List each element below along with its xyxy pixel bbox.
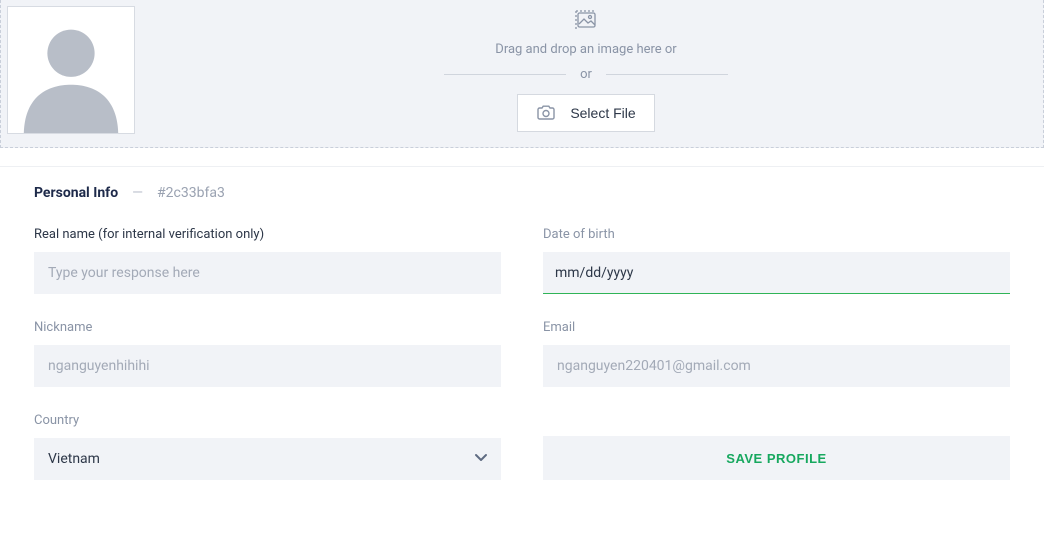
title-dash: — <box>132 185 143 201</box>
country-select[interactable] <box>34 438 501 480</box>
or-text: or <box>580 67 592 82</box>
or-divider: or <box>444 67 728 82</box>
email-input[interactable] <box>543 345 1010 387</box>
nickname-label: Nickname <box>34 320 501 335</box>
profile-hash: #2c33bfa3 <box>157 185 225 201</box>
section-header: Personal Info — #2c33bfa3 <box>34 185 1010 201</box>
nickname-field: Nickname <box>34 320 501 387</box>
avatar-placeholder <box>7 6 135 134</box>
dob-field: Date of birth <box>543 227 1010 294</box>
save-profile-button[interactable]: SAVE PROFILE <box>543 436 1010 480</box>
dob-input[interactable] <box>543 252 1010 294</box>
real-name-field: Real name (for internal verification onl… <box>34 227 501 294</box>
select-file-label: Select File <box>570 105 635 121</box>
camera-icon <box>536 105 556 121</box>
nickname-input[interactable] <box>34 345 501 387</box>
section-title: Personal Info <box>34 185 118 201</box>
real-name-label: Real name (for internal verification onl… <box>34 227 501 242</box>
personal-info-section: Personal Info — #2c33bfa3 Real name (for… <box>0 167 1044 506</box>
dob-label: Date of birth <box>543 227 1010 242</box>
country-field: Country <box>34 413 501 480</box>
real-name-input[interactable] <box>34 252 501 294</box>
drag-drop-text: Drag and drop an image here or <box>495 42 676 57</box>
image-icon <box>573 10 599 36</box>
select-file-button[interactable]: Select File <box>517 94 654 132</box>
upload-instructions: Drag and drop an image here or or Select… <box>135 6 1037 132</box>
country-label: Country <box>34 413 501 428</box>
email-label: Email <box>543 320 1010 335</box>
avatar-upload-zone[interactable]: Drag and drop an image here or or Select… <box>0 0 1044 148</box>
email-field: Email <box>543 320 1010 387</box>
save-cell: SAVE PROFILE <box>543 413 1010 480</box>
